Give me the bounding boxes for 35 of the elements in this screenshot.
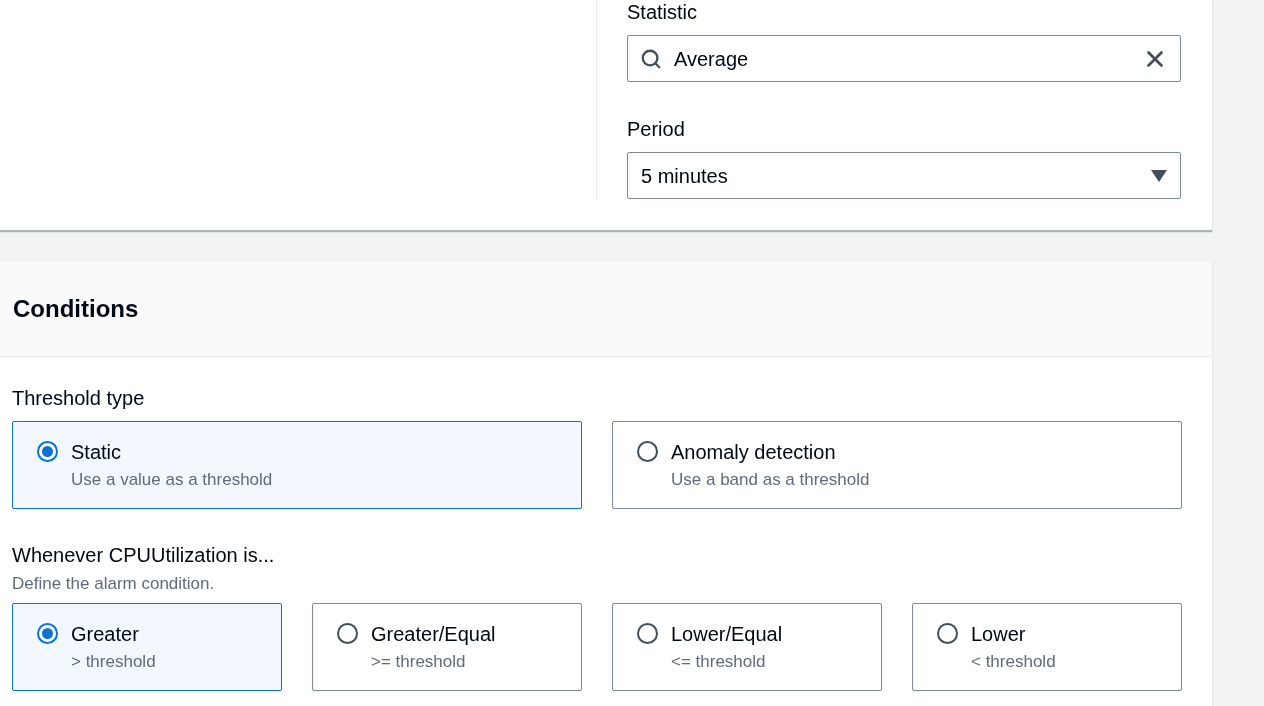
radio-tile[interactable]: Lower < threshold bbox=[912, 603, 1182, 691]
radio-tile[interactable]: Lower/Equal <= threshold bbox=[612, 603, 882, 691]
option-title: Greater bbox=[71, 622, 140, 647]
panel-title: Conditions bbox=[13, 294, 139, 324]
field-description: Define the alarm condition. bbox=[12, 574, 216, 594]
radio-tile[interactable]: Greater > threshold bbox=[12, 603, 282, 691]
radio-button[interactable] bbox=[337, 623, 358, 644]
caret-icon bbox=[1151, 169, 1167, 182]
radio-tile[interactable]: Greater/Equal >= threshold bbox=[312, 603, 582, 691]
radio-button[interactable] bbox=[37, 623, 58, 644]
search-value: Average bbox=[674, 46, 750, 72]
field-label: Statistic bbox=[627, 0, 699, 24]
radio-tile[interactable]: Anomaly detection Use a band as a threshold bbox=[612, 421, 1182, 509]
option-title: Lower/Equal bbox=[671, 622, 783, 647]
search-icon bbox=[640, 47, 662, 70]
option-description: >= threshold bbox=[371, 651, 467, 673]
option-title: Static bbox=[71, 440, 123, 465]
option-description: > threshold bbox=[71, 651, 156, 673]
radio-button[interactable] bbox=[937, 623, 958, 644]
period-select[interactable]: 5 minutes bbox=[627, 152, 1181, 199]
radio-tile[interactable]: Static Use a value as a threshold bbox=[12, 421, 582, 509]
option-description: <= threshold bbox=[671, 651, 767, 673]
option-title: Lower bbox=[971, 622, 1027, 647]
option-description: Use a value as a threshold bbox=[71, 469, 273, 491]
field-label: Whenever CPUUtilization is... bbox=[12, 543, 276, 567]
option-description: Use a band as a threshold bbox=[671, 469, 870, 491]
radio-button[interactable] bbox=[637, 441, 658, 462]
option-title: Anomaly detection bbox=[671, 440, 837, 465]
field-label: Period bbox=[627, 117, 686, 141]
radio-button[interactable] bbox=[637, 623, 658, 644]
option-description: < threshold bbox=[971, 651, 1056, 673]
radio-button[interactable] bbox=[37, 441, 58, 462]
option-title: Greater/Equal bbox=[371, 622, 496, 647]
search-field[interactable]: Average bbox=[627, 35, 1181, 82]
field-label: Threshold type bbox=[12, 386, 146, 410]
